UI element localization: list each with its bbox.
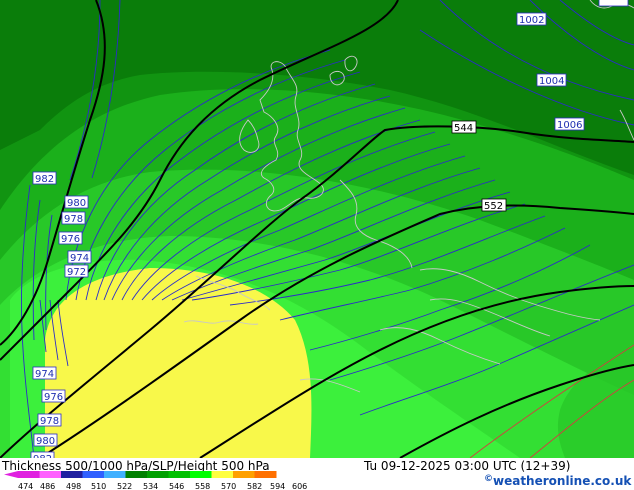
legend-swatch bbox=[233, 471, 255, 478]
isobar-label: 978 bbox=[37, 413, 62, 427]
credit: ©weatheronline.co.uk bbox=[484, 474, 631, 488]
height-label: 552 bbox=[481, 198, 507, 212]
legend-swatch bbox=[82, 471, 105, 478]
svg-text:552: 552 bbox=[484, 201, 503, 212]
svg-text:982: 982 bbox=[35, 174, 54, 185]
isobar-label: 972 bbox=[64, 264, 89, 278]
legend-tick: 582 bbox=[247, 482, 262, 490]
legend-swatch bbox=[104, 471, 126, 478]
svg-text:1006: 1006 bbox=[557, 120, 582, 131]
legend-tick: 474 bbox=[18, 482, 33, 490]
legend-tick: 558 bbox=[195, 482, 210, 490]
legend-swatch bbox=[211, 471, 234, 478]
legend-swatch bbox=[18, 471, 40, 478]
legend-swatch bbox=[39, 471, 62, 478]
svg-text:976: 976 bbox=[61, 234, 80, 245]
legend-swatches bbox=[4, 471, 277, 478]
isobar-label: 976 bbox=[41, 389, 66, 403]
copyright-symbol: © bbox=[484, 474, 493, 484]
isobar-label: 974 bbox=[32, 366, 57, 380]
legend-tick: 594 bbox=[270, 482, 285, 490]
svg-text:544: 544 bbox=[454, 123, 473, 134]
legend-swatch bbox=[168, 471, 191, 478]
isobar-label: 980 bbox=[33, 433, 58, 447]
legend-tick: 570 bbox=[221, 482, 236, 490]
svg-text:976: 976 bbox=[44, 392, 63, 403]
color-legend: 474 486 498 510 522 534 546 558 570 582 … bbox=[4, 471, 307, 490]
isobar-label bbox=[598, 0, 629, 7]
credit-text: weatheronline.co.uk bbox=[493, 474, 632, 488]
svg-text:980: 980 bbox=[36, 436, 55, 447]
isobar-label: 1004 bbox=[536, 73, 567, 87]
isobar-label: 1006 bbox=[554, 117, 585, 131]
legend-arrow-low bbox=[4, 471, 18, 478]
isobar-label: 976 bbox=[58, 231, 83, 245]
isobar-label: 978 bbox=[61, 211, 86, 225]
legend-tick: 606 bbox=[292, 482, 307, 490]
isobar-label: 974 bbox=[67, 250, 92, 264]
legend-swatch bbox=[254, 471, 277, 478]
isobar-label: 980 bbox=[64, 195, 89, 209]
legend-tick: 534 bbox=[143, 482, 158, 490]
svg-text:978: 978 bbox=[64, 214, 83, 225]
legend-ticks: 474 486 498 510 522 534 546 558 570 582 … bbox=[18, 482, 307, 490]
height-label: 544 bbox=[451, 120, 477, 134]
legend-tick: 486 bbox=[40, 482, 55, 490]
svg-text:974: 974 bbox=[35, 369, 54, 380]
svg-text:972: 972 bbox=[67, 267, 86, 278]
svg-text:980: 980 bbox=[67, 198, 86, 209]
legend-tick: 498 bbox=[66, 482, 81, 490]
valid-time: Tu 09-12-2025 03:00 UTC (12+39) bbox=[364, 459, 571, 473]
legend-tick: 522 bbox=[117, 482, 132, 490]
legend-swatch bbox=[190, 471, 212, 478]
legend-tick: 510 bbox=[91, 482, 106, 490]
weather-map: 1002 1004 1006 982 980 978 976 974 972 9… bbox=[0, 0, 634, 458]
svg-text:974: 974 bbox=[70, 253, 89, 264]
svg-text:978: 978 bbox=[40, 416, 59, 427]
isobar-label: 1002 bbox=[516, 12, 547, 26]
legend-swatch bbox=[125, 471, 148, 478]
legend-tick: 546 bbox=[169, 482, 184, 490]
legend-swatch bbox=[147, 471, 169, 478]
svg-text:1004: 1004 bbox=[539, 76, 564, 87]
legend-swatch bbox=[61, 471, 83, 478]
svg-text:1002: 1002 bbox=[519, 15, 544, 26]
isobar-label: 982 bbox=[32, 171, 57, 185]
